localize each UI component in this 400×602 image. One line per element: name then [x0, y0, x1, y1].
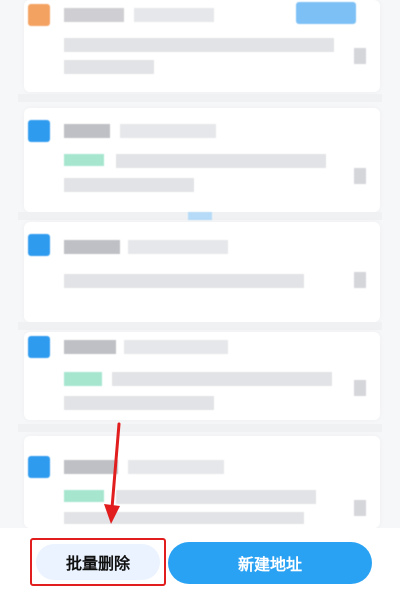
avatar: [28, 4, 50, 26]
avatar: [28, 456, 50, 478]
edit-icon[interactable]: [354, 500, 366, 516]
batch-delete-highlight: 批量删除: [30, 538, 166, 586]
address-line: [64, 60, 154, 74]
edit-icon[interactable]: [354, 168, 366, 184]
address-list-screen: 批量删除 新建地址: [0, 0, 400, 602]
address-tag: [64, 372, 102, 386]
divider: [18, 322, 382, 330]
new-address-label: 新建地址: [237, 555, 302, 574]
edit-icon[interactable]: [354, 48, 366, 64]
batch-delete-label: 批量删除: [65, 554, 130, 573]
address-card[interactable]: [24, 222, 380, 322]
avatar: [28, 336, 50, 358]
avatar: [28, 234, 50, 256]
edit-icon[interactable]: [354, 272, 366, 288]
address-card[interactable]: [24, 108, 380, 212]
address-line: [64, 512, 304, 524]
address-card[interactable]: [24, 436, 380, 528]
address-list: [18, 0, 382, 540]
contact-phone: [124, 340, 228, 354]
address-card[interactable]: [24, 0, 380, 92]
address-tag: [64, 154, 104, 166]
address-line: [116, 154, 326, 168]
address-line: [64, 396, 214, 410]
default-badge: [296, 2, 356, 24]
address-line: [64, 178, 194, 192]
address-line: [116, 490, 316, 504]
batch-delete-button[interactable]: 批量删除: [36, 544, 160, 580]
contact-name: [64, 460, 118, 474]
divider-accent: [188, 212, 212, 220]
contact-name: [64, 340, 116, 354]
contact-phone: [134, 8, 214, 22]
contact-name: [64, 8, 124, 22]
new-address-button[interactable]: 新建地址: [168, 542, 372, 584]
contact-phone: [128, 240, 228, 254]
contact-phone: [128, 460, 224, 474]
edit-icon[interactable]: [354, 380, 366, 396]
divider: [18, 424, 382, 432]
address-line: [64, 38, 334, 52]
address-line: [112, 372, 332, 386]
address-line: [64, 274, 304, 288]
avatar: [28, 120, 50, 142]
address-card[interactable]: [24, 332, 380, 420]
address-tag: [64, 490, 104, 502]
contact-name: [64, 124, 110, 138]
divider: [18, 94, 382, 102]
contact-phone: [120, 124, 216, 138]
contact-name: [64, 240, 120, 254]
